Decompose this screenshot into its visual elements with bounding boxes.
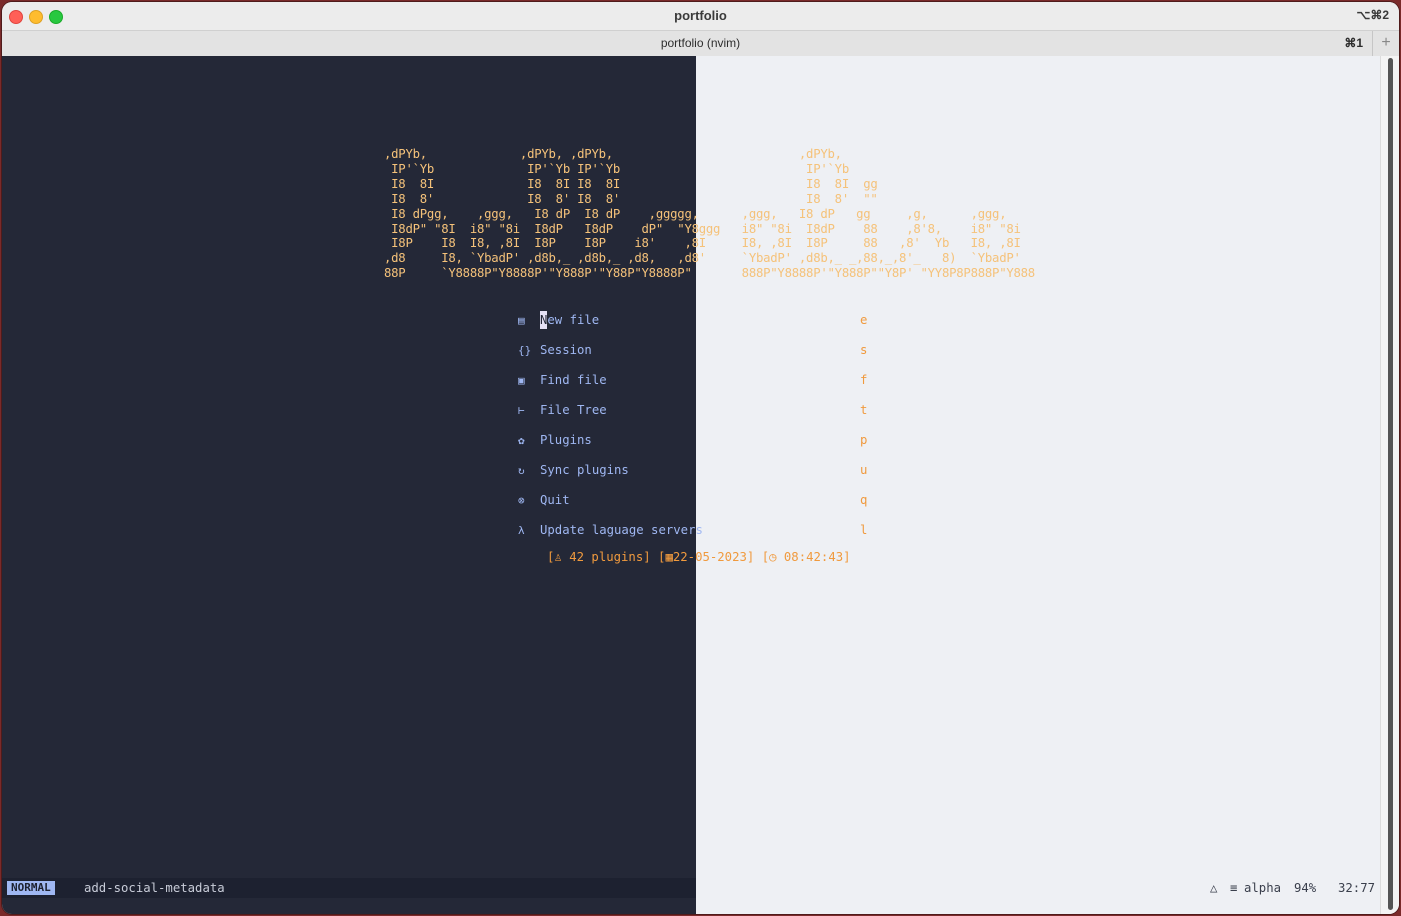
dashboard-item-find-file[interactable]: ▣ Find file bbox=[518, 371, 607, 389]
scrollbar[interactable] bbox=[1380, 56, 1399, 914]
scrollbar-thumb[interactable] bbox=[1388, 58, 1393, 910]
dashboard-item-label: Update laguage servers bbox=[540, 521, 703, 539]
dashboard-item-label: New file bbox=[540, 311, 599, 329]
quit-icon: ⊗ bbox=[518, 494, 525, 507]
tab-bar: portfolio (nvim) ⌘1 + bbox=[2, 30, 1399, 57]
dashboard-item-ew-file[interactable]: ▤ New file bbox=[518, 311, 599, 329]
dashboard-item-label: Find file bbox=[540, 371, 607, 389]
dashboard-footer: [♙ 42 plugins] [▦22-05-2023] [◷ 08:42:43… bbox=[547, 550, 851, 564]
nvim-editor[interactable]: ,dPYb, ,dPYb, ,dPYb, ,dPYb, IP'`Yb IP'`Y… bbox=[2, 56, 1380, 914]
tab-shortcut: ⌘1 bbox=[1344, 36, 1363, 50]
dashboard-item-shortcut: f bbox=[860, 373, 868, 387]
dashboard-item-file-tree[interactable]: ⊢ File Tree bbox=[518, 401, 607, 419]
terminal-window: portfolio ⌥⌘2 portfolio (nvim) ⌘1 + ,dPY… bbox=[2, 2, 1399, 914]
filetype-icon: ≡ bbox=[1230, 881, 1238, 895]
dashboard-item-label: File Tree bbox=[540, 401, 607, 419]
dashboard-item-text: Plugins bbox=[540, 433, 592, 447]
sync-icon: ↻ bbox=[518, 464, 525, 477]
plugins-gear-icon: ✿ bbox=[518, 434, 525, 447]
find-file-icon: ▣ bbox=[518, 374, 525, 387]
dashboard-item-text: Session bbox=[540, 343, 592, 357]
dashboard-item-label: Quit bbox=[540, 491, 570, 509]
dashboard-item-text: ew file bbox=[547, 313, 600, 327]
dashboard-item-sync-plugins[interactable]: ↻ Sync plugins bbox=[518, 461, 629, 479]
dashboard-item-shortcut: t bbox=[860, 403, 868, 417]
dashboard-item-shortcut: s bbox=[860, 343, 868, 357]
session-icon: {} bbox=[518, 344, 532, 357]
dashboard-item-shortcut: p bbox=[860, 433, 868, 447]
dashboard-item-shortcut: l bbox=[860, 523, 868, 537]
dashboard-item-shortcut: q bbox=[860, 493, 868, 507]
dashboard-item-plugins[interactable]: ✿ Plugins bbox=[518, 431, 592, 449]
dashboard-item-text: Sync plugins bbox=[540, 463, 629, 477]
lambda-icon: λ bbox=[518, 524, 525, 537]
window-title: portfolio bbox=[674, 8, 727, 23]
dashboard-item-update-laguage-servers[interactable]: λ Update laguage servers bbox=[518, 521, 703, 539]
dashboard-item-session[interactable]: {} Session bbox=[518, 341, 592, 359]
dashboard-item-text: Update laguage servers bbox=[540, 523, 703, 537]
dashboard-item-text: Quit bbox=[540, 493, 570, 507]
mode-indicator: NORMAL bbox=[7, 881, 55, 895]
filetype: alpha bbox=[1244, 881, 1282, 895]
git-branch: add-social-metadata bbox=[84, 881, 225, 895]
tab-portfolio-nvim[interactable]: portfolio (nvim) bbox=[2, 36, 1399, 50]
dashboard-item-text: File Tree bbox=[540, 403, 607, 417]
title-bar: portfolio ⌥⌘2 bbox=[2, 2, 1399, 30]
file-tree-icon: ⊢ bbox=[518, 404, 525, 417]
ascii-logo: ,dPYb, ,dPYb, ,dPYb, ,dPYb, IP'`Yb IP'`Y… bbox=[384, 147, 1035, 281]
new-file-icon: ▤ bbox=[518, 314, 525, 327]
dashboard-item-text: Find file bbox=[540, 373, 607, 387]
new-tab-button[interactable]: + bbox=[1372, 31, 1399, 56]
statusline: NORMAL add-social-metadata △ ≡ alpha 94%… bbox=[2, 878, 1380, 898]
dashboard-item-shortcut: u bbox=[860, 463, 868, 477]
window-shortcut: ⌥⌘2 bbox=[1356, 8, 1389, 22]
dashboard-item-label: Plugins bbox=[540, 431, 592, 449]
linux-icon: △ bbox=[1210, 881, 1218, 895]
scroll-percent: 94% bbox=[1294, 881, 1317, 895]
dashboard-item-quit[interactable]: ⊗ Quit bbox=[518, 491, 570, 509]
dashboard-item-label: Session bbox=[540, 341, 592, 359]
cursor-position: 32:77 bbox=[1338, 881, 1376, 895]
dashboard-item-shortcut: e bbox=[860, 313, 868, 327]
dashboard-item-label: Sync plugins bbox=[540, 461, 629, 479]
